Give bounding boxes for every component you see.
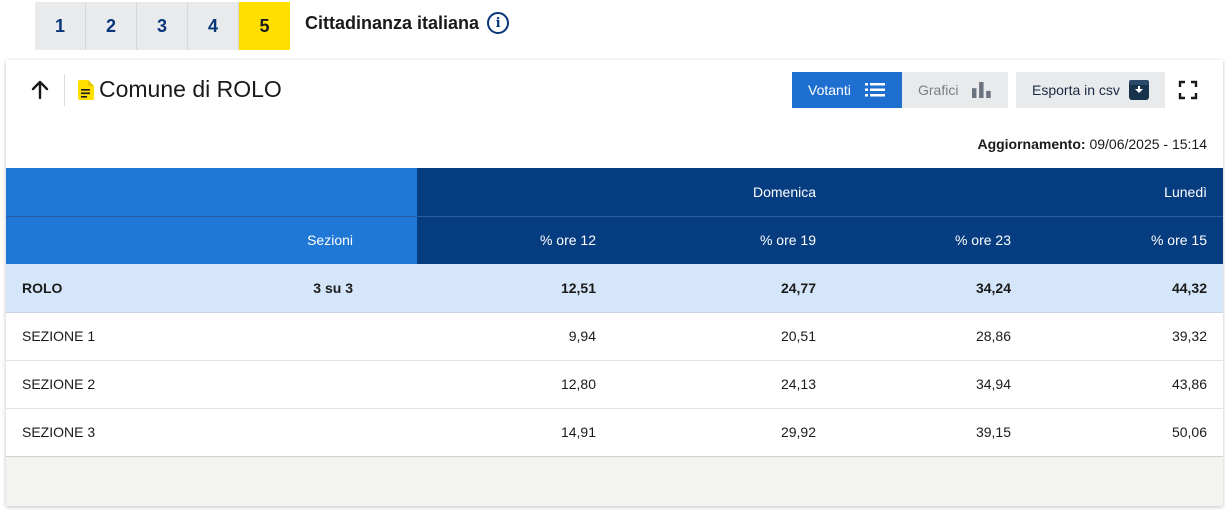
export-label: Esporta in csv — [1032, 82, 1120, 98]
row-ore15: 39,32 — [1027, 312, 1223, 361]
arrow-up-icon — [31, 80, 49, 100]
update-label: Aggiornamento: — [977, 136, 1086, 152]
header-divider — [64, 74, 65, 106]
ballot-title: Cittadinanza italiana i — [305, 12, 510, 34]
place-title: Comune di ROLO — [99, 76, 282, 102]
votanti-toggle-button[interactable]: Votanti — [792, 72, 902, 108]
header-blank — [6, 168, 417, 217]
row-sezioni — [206, 408, 417, 457]
ballot-tab-2[interactable]: 2 — [86, 2, 137, 50]
row-name: SEZIONE 1 — [6, 312, 206, 361]
row-name: SEZIONE 2 — [6, 360, 206, 409]
table-row[interactable]: SEZIONE 2 12,80 24,13 34,94 43,86 — [6, 360, 1223, 409]
ballot-tab-1[interactable]: 1 — [35, 2, 86, 50]
total-name: ROLO — [6, 264, 206, 313]
row-ore19: 29,92 — [612, 408, 832, 457]
table-column-header-row: Sezioni % ore 12 % ore 19 % ore 23 % ore… — [6, 216, 1223, 264]
turnout-table: Domenica Lunedì Sezioni % ore 12 % ore 1… — [6, 168, 1223, 457]
row-ore19: 24,13 — [612, 360, 832, 409]
votanti-label: Votanti — [808, 82, 851, 98]
col-sezioni-header[interactable]: Sezioni — [206, 216, 417, 264]
col-ore19-header[interactable]: % ore 19 — [612, 216, 832, 264]
total-ore12: 12,51 — [417, 264, 612, 313]
total-sezioni: 3 su 3 — [206, 264, 417, 313]
table-group-header-row: Domenica Lunedì — [6, 168, 1223, 217]
col-name-header — [6, 216, 206, 264]
card-footer — [6, 456, 1223, 506]
total-ore23: 34,24 — [832, 264, 1027, 313]
card-header: Comune di ROLO Votanti Grafici Esporta i… — [6, 60, 1223, 120]
download-box-icon — [1129, 80, 1149, 100]
ballot-tab-4[interactable]: 4 — [188, 2, 239, 50]
col-ore15-header[interactable]: % ore 15 — [1027, 216, 1223, 264]
col-ore23-header[interactable]: % ore 23 — [832, 216, 1027, 264]
view-toggle: Votanti Grafici — [792, 72, 1008, 108]
row-ore12: 14,91 — [417, 408, 612, 457]
ballot-tabs: 1 2 3 4 5 — [35, 2, 290, 50]
row-sezioni — [206, 360, 417, 409]
ballot-title-text: Cittadinanza italiana — [305, 12, 480, 33]
ballot-tab-5[interactable]: 5 — [239, 2, 290, 50]
fullscreen-icon[interactable] — [1178, 80, 1198, 100]
header-spacer — [832, 168, 1027, 217]
total-ore19: 24,77 — [612, 264, 832, 313]
row-ore23: 34,94 — [832, 360, 1027, 409]
row-ore12: 12,80 — [417, 360, 612, 409]
header-lunedi: Lunedì — [1027, 168, 1223, 217]
update-value: 09/06/2025 - 15:14 — [1089, 136, 1207, 152]
ballot-tab-3[interactable]: 3 — [137, 2, 188, 50]
row-sezioni — [206, 312, 417, 361]
table-row[interactable]: SEZIONE 1 9,94 20,51 28,86 39,32 — [6, 312, 1223, 361]
list-icon — [864, 83, 885, 97]
results-card: Comune di ROLO Votanti Grafici Esporta i… — [6, 60, 1223, 506]
info-icon[interactable]: i — [487, 12, 510, 34]
row-name: SEZIONE 3 — [6, 408, 206, 457]
row-ore15: 50,06 — [1027, 408, 1223, 457]
row-ore15: 43,86 — [1027, 360, 1223, 409]
update-timestamp: Aggiornamento: 09/06/2025 - 15:14 — [977, 136, 1207, 152]
table-row[interactable]: SEZIONE 3 14,91 29,92 39,15 50,06 — [6, 408, 1223, 457]
table-total-row: ROLO 3 su 3 12,51 24,77 34,24 44,32 — [6, 264, 1223, 313]
row-ore12: 9,94 — [417, 312, 612, 361]
back-button[interactable] — [26, 74, 54, 106]
row-ore23: 28,86 — [832, 312, 1027, 361]
row-ore23: 39,15 — [832, 408, 1027, 457]
row-ore19: 20,51 — [612, 312, 832, 361]
grafici-toggle-button[interactable]: Grafici — [902, 72, 1008, 108]
bar-chart-icon — [972, 82, 992, 98]
grafici-label: Grafici — [918, 82, 959, 98]
col-ore12-header[interactable]: % ore 12 — [417, 216, 612, 264]
header-domenica: Domenica — [417, 168, 832, 217]
document-icon — [78, 80, 94, 100]
total-ore15: 44,32 — [1027, 264, 1223, 313]
export-csv-button[interactable]: Esporta in csv — [1016, 72, 1165, 108]
